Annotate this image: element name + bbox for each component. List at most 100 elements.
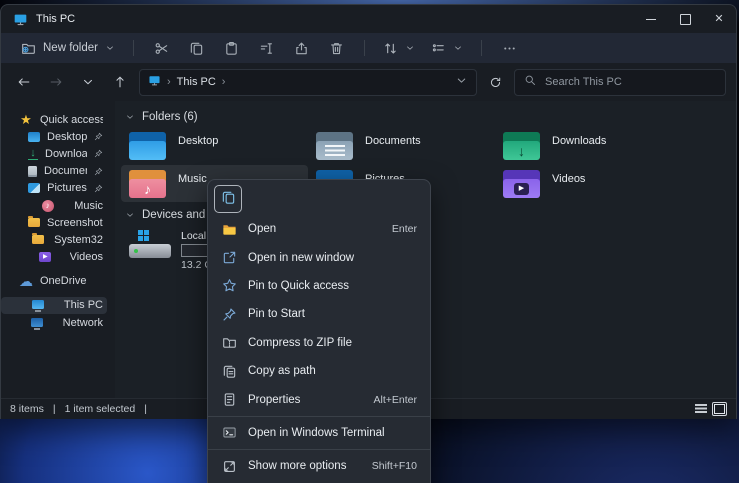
hard-drive-icon	[129, 229, 171, 261]
context-menu-item-pin-to-start[interactable]: Pin to Start	[208, 300, 430, 328]
sidebar-item-downloads[interactable]: Downloads	[1, 145, 107, 162]
sort-button[interactable]	[377, 38, 421, 59]
document-icon	[28, 166, 37, 177]
cut-icon[interactable]	[146, 38, 177, 59]
context-menu-item-open-in-windows-terminal[interactable]: Open in Windows Terminal	[208, 419, 430, 447]
context-menu-item-properties[interactable]: Properties Alt+Enter	[208, 385, 430, 413]
share-icon[interactable]	[286, 38, 317, 59]
open-new-icon	[221, 250, 237, 265]
folders-header-label: Folders (6)	[142, 111, 198, 123]
chevron-down-icon	[105, 43, 115, 53]
folder-tile-desktop[interactable]: Desktop	[121, 127, 308, 164]
see-more-icon[interactable]	[494, 38, 525, 59]
folder-icon	[32, 235, 44, 244]
this-pc-icon	[13, 12, 28, 27]
refresh-button[interactable]	[483, 73, 508, 92]
maximize-button[interactable]	[668, 5, 702, 33]
close-button[interactable]: ✕	[702, 5, 736, 33]
delete-icon[interactable]	[321, 38, 352, 59]
address-bar[interactable]: › This PC ›	[139, 69, 477, 96]
recent-locations-button[interactable]	[75, 71, 101, 93]
sidebar-item-desktop[interactable]: Desktop	[1, 128, 107, 145]
view-icon	[431, 41, 446, 56]
breadcrumb-separator: ›	[222, 76, 226, 88]
pin-icon	[94, 149, 103, 158]
pc-icon	[32, 300, 44, 309]
copy-quick-action-button[interactable]	[214, 185, 242, 213]
sidebar-item-pictures[interactable]: Pictures	[1, 180, 107, 197]
expand-icon	[221, 459, 237, 474]
sidebar-item-this-pc[interactable]: This PC	[1, 297, 107, 314]
context-menu-item-open-in-new-window[interactable]: Open in new window	[208, 243, 430, 271]
downloads-folder-icon	[503, 130, 541, 160]
zip-icon	[221, 335, 237, 350]
context-menu-item-pin-to-quick-access[interactable]: Pin to Quick access	[208, 272, 430, 300]
properties-icon	[221, 392, 237, 407]
copy-icon	[221, 190, 236, 208]
chevron-down-icon	[405, 43, 415, 53]
pin-icon	[94, 132, 103, 141]
toolbar-divider	[133, 40, 134, 56]
context-menu-item-copy-as-path[interactable]: Copy as path	[208, 357, 430, 385]
folder-desktop-icon	[28, 132, 40, 142]
breadcrumb-separator: ›	[167, 76, 171, 88]
toolbar-divider	[481, 40, 482, 56]
collapse-icon[interactable]	[125, 112, 135, 122]
context-menu-items: Open Enter Open in new window Pin to Qui…	[208, 215, 430, 481]
back-button[interactable]	[11, 71, 37, 93]
sidebar-item-network[interactable]: Network	[1, 314, 107, 331]
rename-icon[interactable]	[251, 38, 282, 59]
large-icons-view-button[interactable]	[712, 402, 727, 416]
star-outline-icon	[221, 278, 237, 293]
view-button[interactable]	[425, 38, 469, 59]
download-icon	[28, 147, 38, 160]
close-icon: ✕	[714, 14, 723, 25]
network-icon	[31, 318, 43, 327]
copy-icon[interactable]	[181, 38, 212, 59]
desktop-wallpaper: This PC ✕ New folder	[0, 0, 739, 483]
maximize-icon	[680, 14, 691, 25]
folders-section-header[interactable]: Folders (6)	[125, 109, 736, 125]
sidebar-item-music[interactable]: Music	[1, 197, 107, 214]
context-menu-item-compress-to-zip-file[interactable]: Compress to ZIP file	[208, 329, 430, 357]
address-dropdown-icon[interactable]	[455, 74, 468, 90]
copy-path-icon	[221, 364, 237, 379]
documents-folder-icon	[316, 130, 354, 160]
new-folder-icon	[21, 41, 36, 56]
selection-count: 1 item selected	[65, 403, 136, 415]
new-folder-button[interactable]: New folder	[15, 38, 121, 59]
folder-tile-downloads[interactable]: Downloads	[495, 127, 682, 164]
up-button[interactable]	[107, 71, 133, 93]
details-view-icon[interactable]	[695, 404, 707, 414]
large-icons-view-icon	[714, 404, 725, 414]
star-icon	[19, 113, 33, 127]
folder-tile-videos[interactable]: Videos	[495, 165, 682, 202]
breadcrumb[interactable]: This PC	[177, 76, 216, 88]
music-folder-icon	[129, 168, 167, 198]
videos-folder-icon	[503, 168, 541, 198]
address-row: › This PC ›	[1, 63, 736, 101]
status-separator: |	[144, 403, 147, 415]
collapse-icon[interactable]	[125, 210, 135, 220]
sidebar-item-screenshots[interactable]: Screenshots	[1, 214, 107, 231]
sidebar-item-videos[interactable]: Videos	[1, 249, 107, 266]
context-menu-separator	[208, 449, 430, 450]
sidebar-item-documents[interactable]: Documents	[1, 163, 107, 180]
context-menu-quick-actions	[208, 182, 430, 215]
search-input[interactable]	[543, 75, 716, 89]
context-menu-separator	[208, 416, 430, 417]
sidebar: Quick access Desktop Downloads Documents…	[1, 101, 115, 398]
sort-icon	[383, 41, 398, 56]
toolbar-divider	[364, 40, 365, 56]
folder-tile-documents[interactable]: Documents	[308, 127, 495, 164]
sidebar-item-onedrive[interactable]: OneDrive	[1, 273, 107, 290]
minimize-button[interactable]	[634, 5, 668, 33]
folder-open-icon	[221, 222, 237, 237]
paste-icon[interactable]	[216, 38, 247, 59]
context-menu-item-show-more-options[interactable]: Show more options Shift+F10	[208, 452, 430, 480]
search-box[interactable]	[514, 69, 726, 96]
forward-button[interactable]	[43, 71, 69, 93]
sidebar-item-system32[interactable]: System32	[1, 231, 107, 248]
context-menu-item-open[interactable]: Open Enter	[208, 215, 430, 243]
sidebar-item-quick-access[interactable]: Quick access	[1, 111, 107, 128]
